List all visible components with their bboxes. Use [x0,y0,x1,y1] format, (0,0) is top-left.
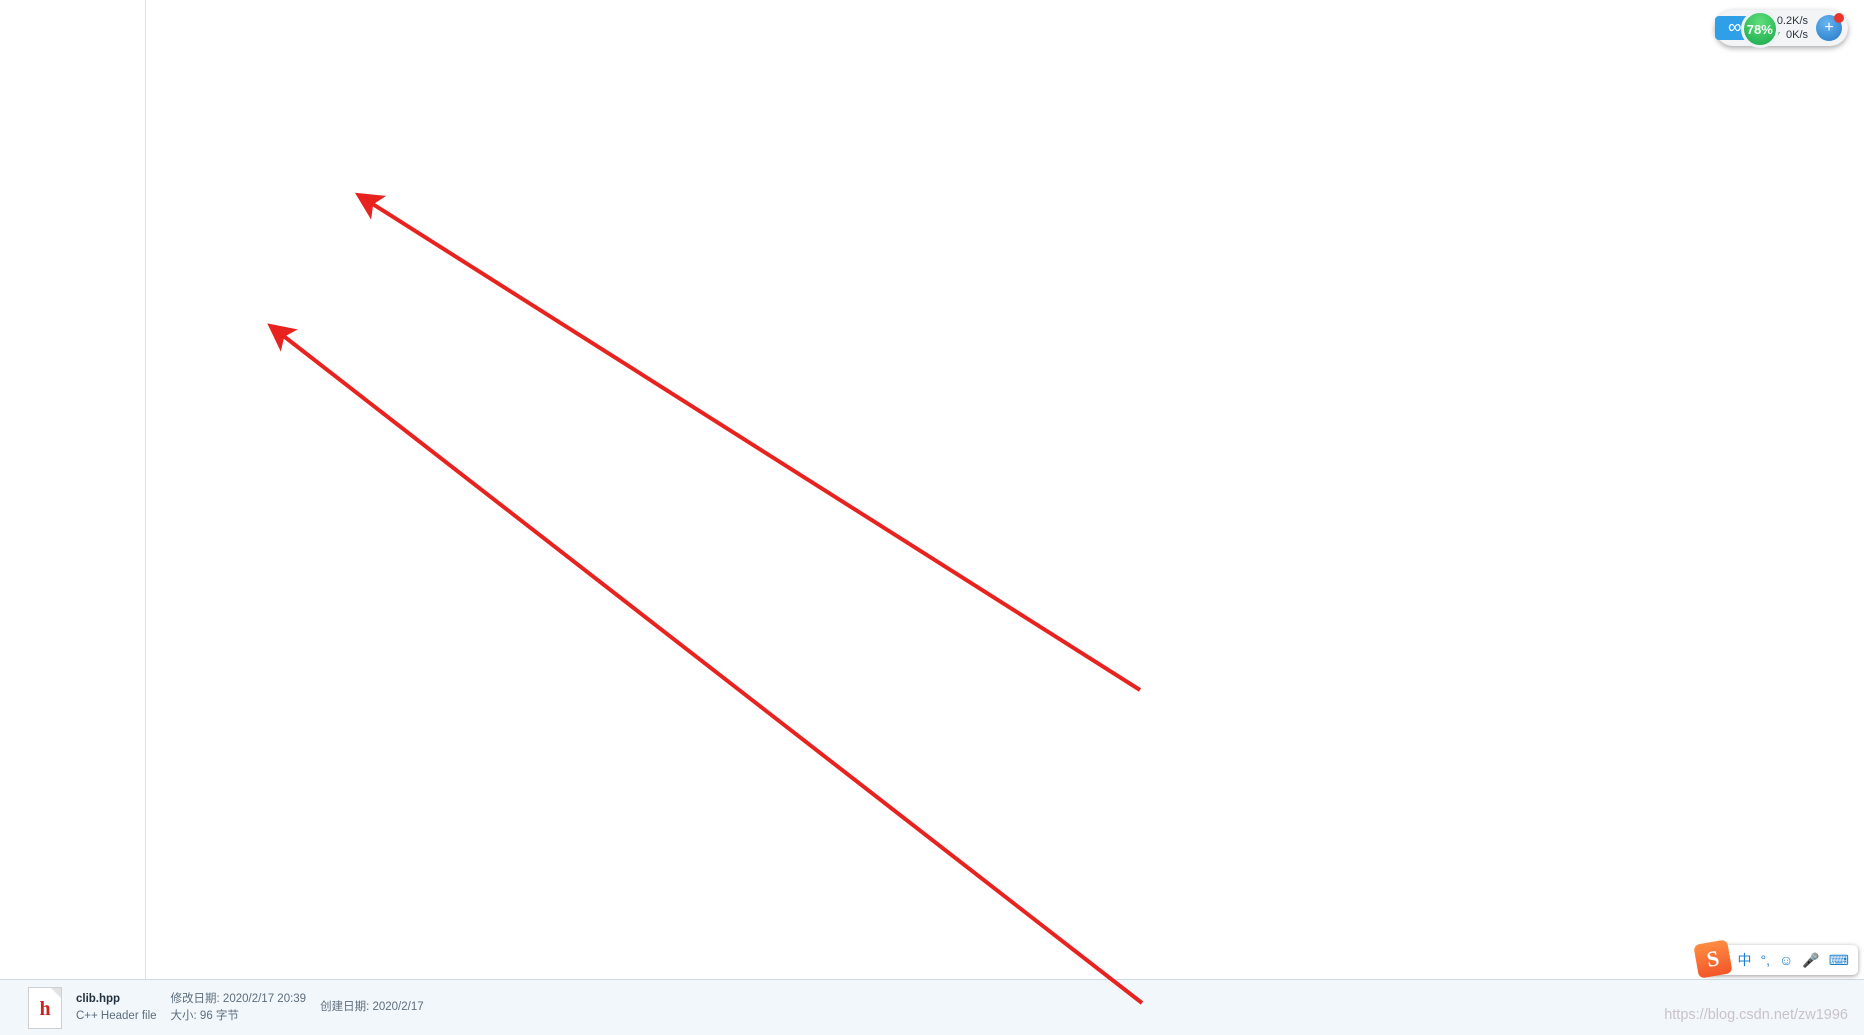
header-file-icon: h [28,986,62,1029]
sogou-logo-icon[interactable]: S [1692,939,1733,979]
sogou-ime-toolbar[interactable]: S 中 °, ☺ 🎤 ⌨ [1692,939,1858,979]
ime-punctuation-toggle[interactable]: °, [1761,952,1771,968]
add-tool-button[interactable]: + [1816,13,1844,41]
ime-voice-icon[interactable]: 🎤 [1802,952,1819,969]
csdn-watermark: https://blog.csdn.net/zw1996 [1664,1007,1848,1023]
upload-speed: 0.2K/s [1776,15,1808,27]
ime-keyboard-icon[interactable]: ⌨ [1829,952,1849,969]
explorer-file-pane[interactable] [0,0,1864,1035]
ime-language-toggle[interactable]: 中 [1738,950,1752,970]
explorer-details-pane: h clib.hpp C++ Header file 修改日期: 2020/2/… [0,979,1864,1035]
file-explorer-window[interactable]: h clib.hpp C++ Header file 修改日期: 2020/2/… [0,0,1864,1035]
memory-usage-badge[interactable]: 78% [1740,10,1779,48]
ime-emoji-icon[interactable]: ☺ [1779,952,1793,968]
column-divider [145,0,146,1035]
created-date: 创建日期: 2020/2/17 [320,1001,424,1013]
file-created: 创建日期: 2020/2/17 [320,999,424,1016]
download-speed: 0K/s [1785,29,1808,41]
network-speed-widget[interactable]: 78% 0.2K/s 0K/s + [1714,8,1848,48]
file-details: clib.hpp C++ Header file [76,991,157,1025]
file-type: C++ Header file [76,1009,157,1022]
modified-date: 修改日期: 2020/2/17 20:39 [170,992,307,1005]
file-dates: 修改日期: 2020/2/17 20:39 大小: 96 字节 [171,991,307,1025]
file-name: clib.hpp [76,992,121,1005]
file-size: 大小: 96 字节 [170,1009,239,1022]
